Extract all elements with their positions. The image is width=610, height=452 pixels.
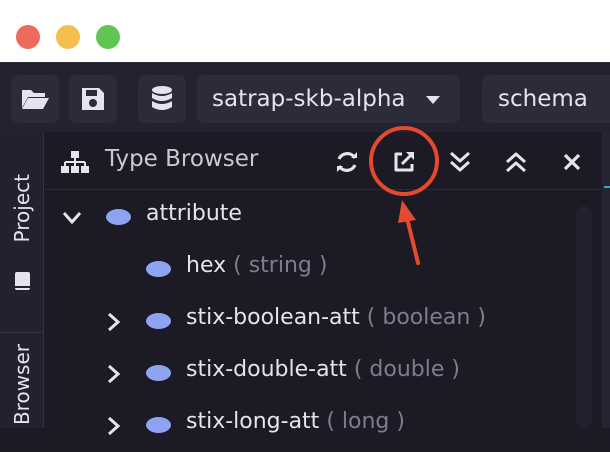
tree-row-attribute[interactable]: attribute bbox=[45, 192, 575, 244]
tree-row-hex[interactable]: hex ( string ) bbox=[45, 244, 575, 296]
annotation-circle bbox=[369, 126, 439, 196]
attribute-type-icon bbox=[146, 313, 171, 329]
chevron-right-icon[interactable] bbox=[107, 416, 121, 436]
collapse-all-button[interactable] bbox=[498, 144, 534, 180]
tree-item-type: ( long ) bbox=[326, 409, 405, 434]
main-toolbar: satrap-skb-alpha schema bbox=[0, 62, 610, 132]
tree-row-stix-long-att[interactable]: stix-long-att ( long ) bbox=[45, 400, 575, 452]
expand-all-button[interactable] bbox=[442, 144, 478, 180]
tab-project[interactable]: Project bbox=[0, 168, 43, 302]
type-browser-panel: Type Browser attribute hex (string) st… bbox=[45, 132, 602, 436]
tree-item-type: ( string ) bbox=[233, 253, 328, 278]
tree-row-stix-double-att[interactable]: stix-double-att ( double ) bbox=[45, 348, 575, 400]
tree-item-name: attribute bbox=[146, 201, 242, 226]
refresh-icon bbox=[337, 152, 357, 172]
panel-title: Type Browser bbox=[105, 146, 259, 172]
tree-item-name: stix-boolean-att bbox=[186, 305, 360, 330]
save-button[interactable] bbox=[69, 75, 117, 123]
close-icon bbox=[563, 153, 581, 171]
database-button[interactable] bbox=[138, 75, 186, 123]
sidebar-divider bbox=[0, 332, 43, 333]
attribute-type-icon bbox=[146, 417, 171, 433]
attribute-type-icon bbox=[146, 365, 171, 381]
tree-item-type: ( double ) bbox=[353, 357, 460, 382]
tree-item-name: hex bbox=[186, 253, 227, 278]
tab-project-label: Project bbox=[10, 174, 34, 243]
database-select-value: satrap-skb-alpha bbox=[212, 86, 406, 112]
adjacent-panel-accent bbox=[604, 186, 610, 188]
tree-item-name: stix-double-att bbox=[186, 357, 347, 382]
folder-open-icon bbox=[22, 90, 49, 109]
tree-item-type: ( boolean ) bbox=[366, 305, 486, 330]
sidebar-tabs: Project Browser bbox=[0, 132, 44, 428]
database-select[interactable]: satrap-skb-alpha bbox=[197, 75, 460, 123]
minimize-window-button[interactable] bbox=[56, 25, 80, 49]
attribute-type-icon bbox=[106, 209, 131, 225]
window-titlebar bbox=[0, 0, 610, 62]
chevron-down-icon[interactable] bbox=[62, 211, 82, 225]
tab-browser[interactable]: Browser bbox=[0, 338, 43, 438]
close-panel-button[interactable] bbox=[554, 144, 590, 180]
panel-header: Type Browser bbox=[45, 132, 602, 190]
schema-select[interactable]: schema bbox=[482, 75, 610, 123]
schema-select-value: schema bbox=[498, 86, 588, 112]
chevron-right-icon[interactable] bbox=[107, 312, 121, 332]
save-icon bbox=[82, 88, 104, 110]
database-icon bbox=[152, 86, 172, 110]
refresh-button[interactable] bbox=[329, 144, 365, 180]
tree-item-name: stix-long-att bbox=[186, 409, 320, 434]
annotation-arrow bbox=[398, 200, 420, 265]
tab-browser-label: Browser bbox=[10, 344, 34, 426]
attribute-type-icon bbox=[146, 261, 171, 277]
hierarchy-icon bbox=[61, 151, 89, 173]
tree-row-stix-boolean-att[interactable]: stix-boolean-att ( boolean ) bbox=[45, 296, 575, 348]
expand-all-icon bbox=[450, 151, 470, 172]
chevron-right-icon[interactable] bbox=[107, 364, 121, 384]
zoom-window-button[interactable] bbox=[96, 25, 120, 49]
book-icon bbox=[15, 272, 30, 290]
tree-scrollbar[interactable] bbox=[576, 206, 592, 428]
adjacent-panel-edge bbox=[602, 132, 610, 428]
collapse-all-icon bbox=[506, 152, 526, 173]
close-window-button[interactable] bbox=[16, 25, 40, 49]
chevron-down-icon bbox=[426, 96, 440, 104]
open-button[interactable] bbox=[11, 75, 59, 123]
